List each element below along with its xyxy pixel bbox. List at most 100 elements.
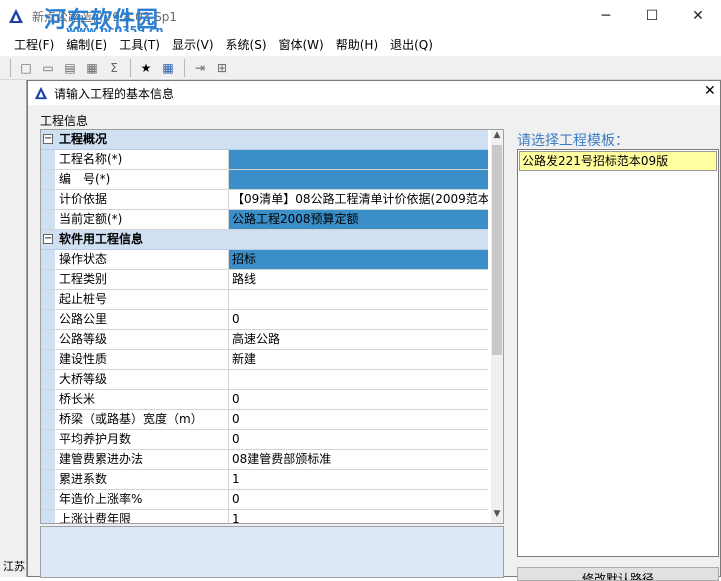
sum-icon[interactable]: Σ: [104, 58, 124, 78]
property-grid: − 工程概况 工程名称(*) 编 号(*) 计价依据 【09清单】08公路工程清…: [40, 129, 504, 524]
star-icon[interactable]: ★: [136, 58, 156, 78]
property-value-input[interactable]: 招标: [229, 250, 488, 269]
minimize-button[interactable]: ─: [583, 0, 629, 32]
main-title-bar: 新点公路造价V9.4.03 Sp1 河东软件园 www.pc0359.cn ─ …: [0, 0, 721, 37]
property-value-input[interactable]: 【09清单】08公路工程清单计价依据(2009范本): [229, 190, 488, 209]
property-value-input[interactable]: [229, 150, 488, 169]
import-icon[interactable]: ⇥: [190, 58, 210, 78]
property-value-input[interactable]: 1: [229, 470, 488, 489]
grid-row-operation-state[interactable]: 操作状态 招标: [41, 250, 488, 270]
row-gutter: [41, 430, 55, 449]
property-name: 当前定额(*): [55, 210, 229, 229]
grid-row-construction-nature[interactable]: 建设性质 新建: [41, 350, 488, 370]
collapse-icon[interactable]: −: [43, 134, 53, 144]
grid-row-increase-years[interactable]: 上涨计费年限 1: [41, 510, 488, 523]
row-gutter: [41, 210, 55, 229]
project-info-dialog: 请输入工程的基本信息 ✕ 工程信息 − 工程概况 工程名称(*) 编 号(*) …: [27, 80, 721, 581]
property-value-input[interactable]: 公路工程2008预算定额: [229, 210, 488, 229]
grid-row-maintenance-months[interactable]: 平均养护月数 0: [41, 430, 488, 450]
row-gutter: [41, 410, 55, 429]
grid-row-progressive-coefficient[interactable]: 累进系数 1: [41, 470, 488, 490]
row-gutter: [41, 370, 55, 389]
toolbar-separator: [184, 58, 186, 77]
row-gutter: [41, 250, 55, 269]
grid-row-current-quota[interactable]: 当前定额(*) 公路工程2008预算定额: [41, 210, 488, 230]
grid-row-bridge-grade[interactable]: 大桥等级: [41, 370, 488, 390]
property-value-input[interactable]: 高速公路: [229, 330, 488, 349]
calculator-icon[interactable]: ▦: [158, 58, 178, 78]
property-value-input[interactable]: 新建: [229, 350, 488, 369]
property-description-panel: [40, 526, 504, 578]
grid-row-road-grade[interactable]: 公路等级 高速公路: [41, 330, 488, 350]
grid-row-project-number[interactable]: 编 号(*): [41, 170, 488, 190]
grid-row-project-name[interactable]: 工程名称(*): [41, 150, 488, 170]
menu-help[interactable]: 帮助(H): [336, 36, 378, 53]
property-value-input[interactable]: 0: [229, 430, 488, 449]
scroll-thumb[interactable]: [492, 145, 502, 355]
property-value-input[interactable]: 0: [229, 490, 488, 509]
property-value-input[interactable]: [229, 170, 488, 189]
collapse-icon[interactable]: −: [43, 234, 53, 244]
new-file-icon[interactable]: □: [16, 58, 36, 78]
row-gutter: [41, 150, 55, 169]
property-value-input[interactable]: 0: [229, 410, 488, 429]
scroll-up-icon[interactable]: ▲: [491, 130, 503, 144]
grid-row-project-type[interactable]: 工程类别 路线: [41, 270, 488, 290]
property-value-input[interactable]: 08建管费部颁标准: [229, 450, 488, 469]
property-name: 累进系数: [55, 470, 229, 489]
group-title: 工程概况: [59, 132, 108, 146]
row-gutter: [41, 270, 55, 289]
property-name: 平均养护月数: [55, 430, 229, 449]
save-icon[interactable]: ▤: [60, 58, 80, 78]
open-folder-icon[interactable]: ▭: [38, 58, 58, 78]
property-name: 年造价上涨率%: [55, 490, 229, 509]
row-gutter: [41, 310, 55, 329]
group-header-project-overview[interactable]: − 工程概况: [41, 130, 488, 150]
menu-exit[interactable]: 退出(Q): [390, 36, 433, 53]
menu-window[interactable]: 窗体(W): [279, 36, 324, 53]
export-icon[interactable]: ⊞: [212, 58, 232, 78]
property-value-input[interactable]: 路线: [229, 270, 488, 289]
property-name: 上涨计费年限: [55, 510, 229, 523]
menu-project[interactable]: 工程(F): [14, 36, 54, 53]
dialog-logo-icon: [34, 86, 48, 100]
template-list[interactable]: 公路发221号招标范本09版: [517, 149, 719, 557]
property-value-input[interactable]: [229, 370, 488, 389]
menu-tools[interactable]: 工具(T): [119, 36, 160, 53]
row-gutter: [41, 390, 55, 409]
main-window-side-panel: [0, 80, 27, 577]
property-name: 操作状态: [55, 250, 229, 269]
property-name: 计价依据: [55, 190, 229, 209]
toolbar: □ ▭ ▤ ▦ Σ ★ ▦ ⇥ ⊞: [0, 56, 721, 80]
menu-edit[interactable]: 编制(E): [66, 36, 107, 53]
close-button[interactable]: ✕: [675, 0, 721, 32]
property-name: 大桥等级: [55, 370, 229, 389]
toolbar-grip: [10, 58, 12, 77]
menu-view[interactable]: 显示(V): [172, 36, 214, 53]
template-list-item[interactable]: 公路发221号招标范本09版: [519, 151, 717, 171]
property-value-input[interactable]: 0: [229, 310, 488, 329]
group-header-software-info[interactable]: − 软件用工程信息: [41, 230, 488, 250]
row-gutter: [41, 510, 55, 523]
app-logo-icon: [9, 9, 23, 23]
grid-row-station-range[interactable]: 起止桩号: [41, 290, 488, 310]
modify-default-path-button[interactable]: 修改默认路径: [517, 567, 719, 581]
property-name: 桥梁（或路基）宽度（m）: [55, 410, 229, 429]
scroll-down-icon[interactable]: ▼: [491, 509, 503, 523]
template-label: 请选择工程模板：: [517, 133, 629, 149]
save-all-icon[interactable]: ▦: [82, 58, 102, 78]
grid-row-annual-cost-increase[interactable]: 年造价上涨率% 0: [41, 490, 488, 510]
grid-row-road-km[interactable]: 公路公里 0: [41, 310, 488, 330]
menu-system[interactable]: 系统(S): [226, 36, 267, 53]
grid-row-management-fee-method[interactable]: 建管费累进办法 08建管费部颁标准: [41, 450, 488, 470]
property-value-input[interactable]: 1: [229, 510, 488, 523]
grid-row-pricing-basis[interactable]: 计价依据 【09清单】08公路工程清单计价依据(2009范本): [41, 190, 488, 210]
property-value-input[interactable]: 0: [229, 390, 488, 409]
dialog-close-button[interactable]: ✕: [704, 83, 716, 99]
property-value-input[interactable]: [229, 290, 488, 309]
grid-row-bridge-length[interactable]: 桥长米 0: [41, 390, 488, 410]
grid-row-bridge-width[interactable]: 桥梁（或路基）宽度（m） 0: [41, 410, 488, 430]
maximize-button[interactable]: ☐: [629, 0, 675, 32]
dialog-title-bar: 请输入工程的基本信息 ✕: [28, 81, 720, 105]
property-name: 起止桩号: [55, 290, 229, 309]
